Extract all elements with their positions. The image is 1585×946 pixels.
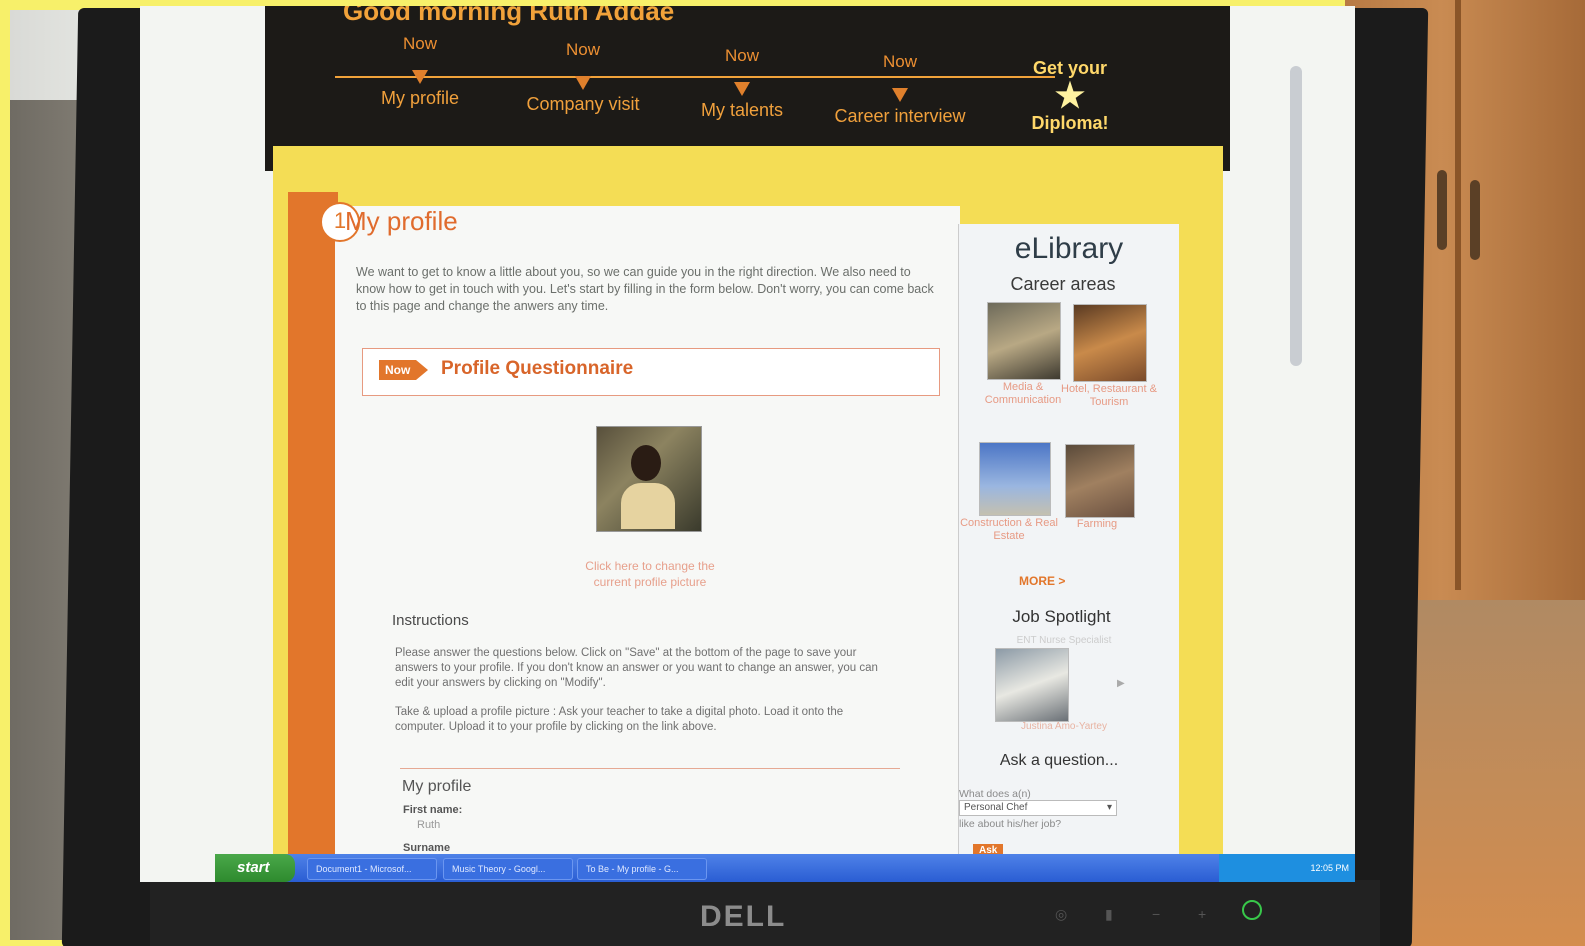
sidebar-title: eLibrary — [1014, 232, 1124, 265]
next-arrow-icon[interactable]: ▶ — [1117, 678, 1125, 689]
accent-bar — [288, 192, 338, 882]
chevron-down-icon: ▾ — [1106, 802, 1112, 813]
spotlight-job-title[interactable]: ENT Nurse Specialist — [969, 635, 1159, 646]
job-spotlight-heading: Job Spotlight — [1012, 607, 1111, 626]
ask-prefix: What does a(n) — [959, 788, 1031, 800]
career-caption[interactable]: Media & Communication — [973, 381, 1073, 407]
career-caption[interactable]: Hotel, Restaurant & Tourism — [1059, 383, 1159, 409]
final-top: Get your — [1032, 58, 1107, 78]
system-tray: 12:05 PM — [1219, 854, 1355, 882]
cabinet-handle — [1470, 180, 1480, 260]
monitor-button-icon[interactable]: ▮ — [1105, 906, 1113, 923]
surname-label: Surname — [403, 842, 451, 854]
spotlight-photo[interactable] — [995, 648, 1069, 722]
monitor-button-icon[interactable]: ◎ — [1055, 906, 1067, 923]
more-link[interactable]: MORE > — [1019, 574, 1065, 588]
instructions-heading: Instructions — [392, 612, 469, 629]
instructions-paragraph: Please answer the questions below. Click… — [395, 647, 878, 689]
page-title: My profile — [345, 206, 458, 236]
final-bottom: Diploma! — [1031, 113, 1109, 133]
ask-question-heading: Ask a question... — [999, 752, 1119, 769]
step-now: Now — [565, 40, 600, 59]
greeting: Good morning Ruth Addae — [343, 6, 675, 26]
step-now: Now — [882, 52, 917, 71]
step-label: My talents — [700, 100, 784, 120]
start-button[interactable]: start — [215, 854, 295, 882]
divider — [400, 768, 900, 769]
career-caption[interactable]: Farming — [1047, 518, 1147, 531]
career-select[interactable]: Personal Chef ▾ — [959, 800, 1117, 816]
intro-text: We want to get to know a little about yo… — [356, 265, 934, 313]
clock: 12:05 PM — [1310, 863, 1349, 873]
step-label: Career interview — [834, 106, 966, 126]
taskbar-item[interactable]: Document1 - Microsof... — [307, 858, 437, 880]
monitor-plus-icon[interactable]: + — [1198, 906, 1206, 922]
change-picture-link[interactable]: Click here to change the current profile… — [580, 558, 720, 590]
monitor-minus-icon[interactable]: − — [1152, 906, 1160, 922]
down-arrow-icon — [892, 88, 908, 102]
career-select-value: Personal Chef — [964, 802, 1028, 813]
profile-head — [631, 445, 661, 481]
step-now: Now — [724, 46, 759, 65]
step-my-profile[interactable]: Now My profile — [345, 34, 495, 109]
instructions-text: Please answer the questions below. Click… — [395, 646, 895, 735]
star-icon: ★ — [1054, 77, 1086, 115]
profile-shirt — [621, 483, 675, 529]
down-arrow-icon — [575, 76, 591, 90]
step-career-interview[interactable]: Now Career interview — [825, 52, 975, 127]
monitor-logo: DELL — [700, 900, 787, 933]
step-now: Now — [402, 34, 437, 53]
questionnaire-title: Profile Questionnaire — [441, 358, 634, 379]
power-button-icon[interactable] — [1242, 900, 1262, 920]
down-arrow-icon — [734, 82, 750, 96]
profile-picture[interactable] — [596, 426, 702, 532]
screen: Good morning Ruth Addae Now My profile N… — [140, 6, 1355, 882]
ask-suffix: like about his/her job? — [959, 818, 1062, 830]
first-name-value[interactable]: Ruth — [417, 819, 440, 831]
step-my-talents[interactable]: Now My talents — [667, 46, 817, 121]
scrollbar[interactable] — [1290, 66, 1302, 366]
photo-scene: DELL ◎ ▮ − + Good morning Ruth Addae Now… — [0, 0, 1585, 946]
career-areas-heading: Career areas — [1010, 274, 1116, 294]
career-caption[interactable]: Construction & Real Estate — [959, 517, 1059, 543]
down-arrow-icon — [412, 70, 428, 84]
taskbar: start Document1 - Microsof... Music Theo… — [215, 854, 1355, 882]
career-thumb-media[interactable] — [987, 302, 1061, 380]
step-label: My profile — [380, 88, 460, 108]
instructions-paragraph: Take & upload a profile picture : Ask yo… — [395, 706, 844, 733]
step-company-visit[interactable]: Now Company visit — [508, 40, 658, 115]
taskbar-item[interactable]: To Be - My profile - G... — [577, 858, 707, 880]
cabinet-seam — [1455, 0, 1461, 590]
taskbar-item[interactable]: Music Theory - Googl... — [443, 858, 573, 880]
elibrary-sidebar: eLibrary Career areas Media & Communicat… — [958, 224, 1179, 874]
section-heading: My profile — [402, 778, 472, 795]
career-thumb-construction[interactable] — [979, 442, 1051, 516]
spotlight-person: Justina Amo-Yartey — [1021, 721, 1107, 732]
first-name-label: First name: — [403, 804, 463, 816]
career-thumb-farming[interactable] — [1065, 444, 1135, 518]
cabinet-handle — [1437, 170, 1447, 250]
step-label: Company visit — [526, 94, 640, 114]
career-thumb-hotel[interactable] — [1073, 304, 1147, 382]
questionnaire-header[interactable]: Now Profile Questionnaire — [362, 348, 940, 396]
now-badge: Now — [379, 360, 429, 380]
step-diploma[interactable]: Get your ★ Diploma! — [1010, 58, 1130, 134]
